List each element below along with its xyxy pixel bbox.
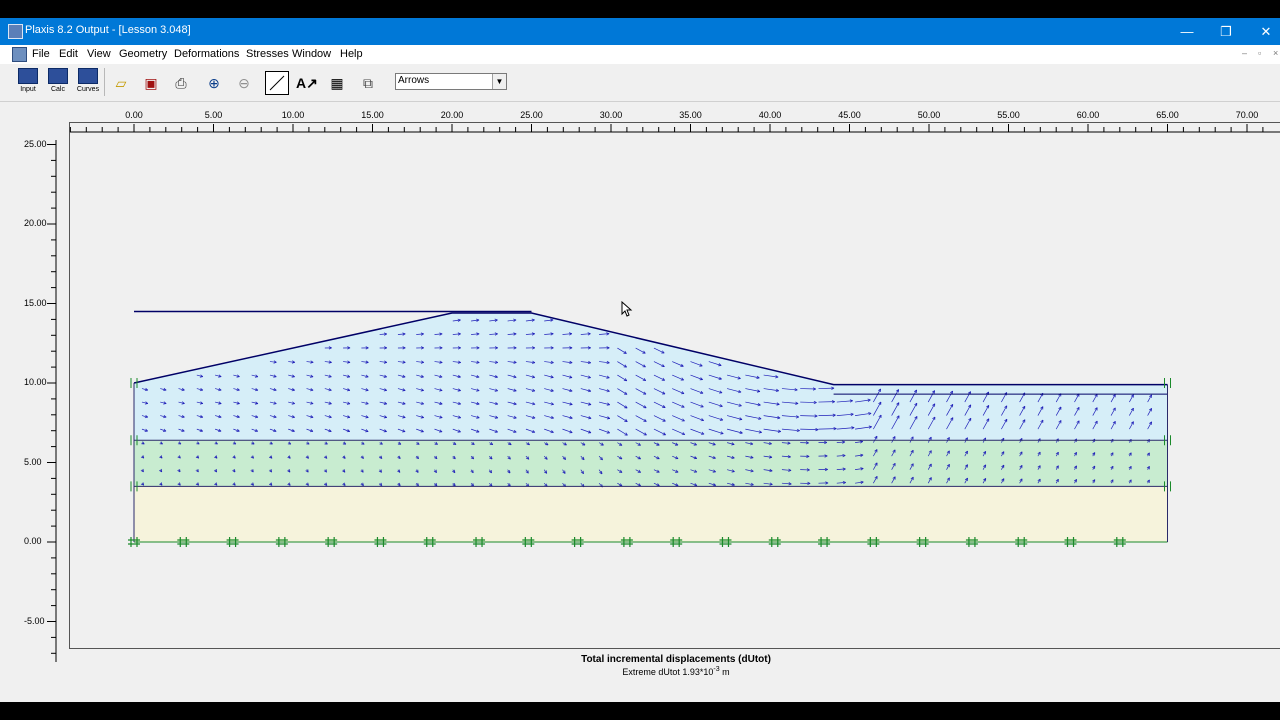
x-tick-label: 20.00 (440, 110, 464, 120)
deformation-plot (47, 124, 1280, 662)
caption-unit: m (722, 667, 730, 677)
mouse-cursor-icon (621, 301, 633, 317)
y-tick-label: 15.00 (24, 297, 47, 308)
x-tick-label: 5.00 (204, 110, 223, 120)
x-tick-label: 70.00 (1235, 110, 1259, 120)
x-tick-label: 50.00 (917, 110, 941, 120)
caption-title: Total incremental displacements (dUtot) (581, 654, 771, 665)
soft-clay-layer (134, 440, 1168, 487)
soil-layers (134, 313, 1168, 542)
y-tick-label: 25.00 (24, 138, 47, 149)
y-tick-label: 0.00 (24, 536, 42, 546)
horizontal-ruler (69, 124, 1280, 133)
y-tick-label: 20.00 (24, 218, 47, 228)
x-tick-label: 30.00 (599, 110, 623, 120)
caption-prefix: Extreme dUtot 1.93*10 (622, 667, 714, 677)
y-tick-label: 10.00 (24, 377, 47, 387)
x-tick-label: 40.00 (758, 110, 782, 120)
x-tick-label: 65.00 (1156, 110, 1179, 120)
x-tick-label: 60.00 (1076, 110, 1100, 120)
embankment-fill (134, 313, 1168, 441)
plot-caption: Total incremental displacements (dUtot) … (520, 654, 832, 677)
caption-exponent: -3 (713, 666, 720, 673)
x-tick-label: 25.00 (520, 110, 543, 120)
x-tick-label: 0.00 (125, 110, 143, 120)
x-tick-label: 55.00 (997, 110, 1020, 120)
y-tick-label: 5.00 (24, 456, 42, 467)
sand-layer (134, 486, 1168, 542)
x-tick-label: 35.00 (679, 110, 702, 120)
x-tick-label: 45.00 (838, 110, 861, 120)
vertical-ruler (47, 140, 57, 662)
caption-extreme-value: Extreme dUtot 1.93*10-3 m (520, 666, 832, 677)
x-tick-label: 15.00 (361, 110, 384, 120)
x-tick-label: 10.00 (281, 110, 305, 120)
y-tick-label: -5.00 (24, 615, 45, 626)
